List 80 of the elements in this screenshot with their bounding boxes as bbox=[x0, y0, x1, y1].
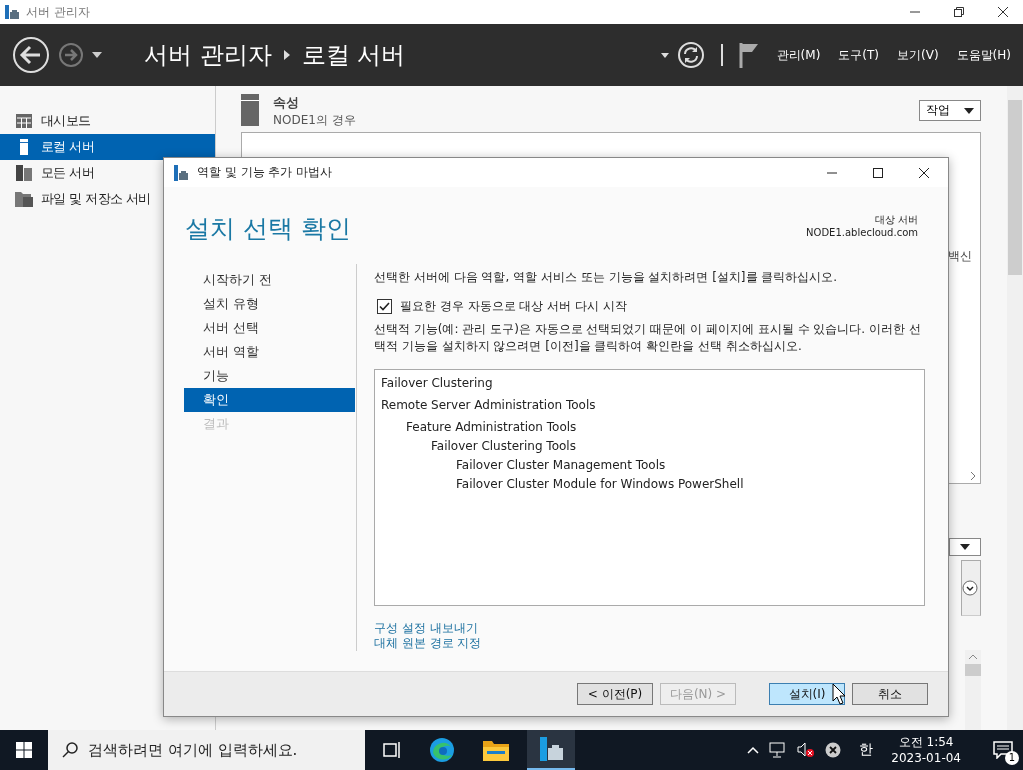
network-icon[interactable] bbox=[769, 742, 788, 758]
scroll-up-icon[interactable] bbox=[968, 654, 978, 660]
sidebar-item[interactable]: 파일 및 저장소 서비 bbox=[0, 186, 215, 212]
dropdown-icon[interactable] bbox=[92, 52, 102, 58]
checkbox[interactable] bbox=[377, 299, 392, 314]
sidebar-item[interactable]: 대시보드 bbox=[0, 108, 215, 134]
feature-item: Remote Server Administration Tools bbox=[381, 397, 597, 414]
target-server: NODE1.ablecloud.com bbox=[806, 227, 918, 238]
column-text: 백신 bbox=[948, 248, 972, 265]
menu-item[interactable]: 도움말(H) bbox=[956, 46, 1011, 64]
servers-icon bbox=[15, 165, 33, 181]
maximize-icon[interactable] bbox=[872, 166, 884, 179]
dropdown-icon[interactable] bbox=[660, 52, 669, 58]
feature-item: Failover Clustering bbox=[381, 375, 494, 392]
expand-icon[interactable] bbox=[962, 580, 978, 596]
wizard-step[interactable]: 서버 역할 bbox=[184, 340, 355, 364]
close-icon[interactable] bbox=[918, 166, 930, 179]
dialog-title: 역할 및 기능 추가 마법사 bbox=[197, 164, 333, 181]
window-title: 서버 관리자 bbox=[26, 3, 90, 21]
checkbox-label: 필요한 경우 자동으로 대상 서버 다시 시작 bbox=[400, 298, 627, 315]
folder-icon bbox=[15, 191, 33, 207]
target-label: 대상 서버 bbox=[874, 213, 918, 227]
folder-icon[interactable] bbox=[483, 739, 509, 761]
browser-icon[interactable] bbox=[429, 737, 455, 763]
wizard-step[interactable]: 설치 유형 bbox=[184, 292, 355, 316]
scrollbar[interactable] bbox=[965, 650, 981, 730]
error-icon[interactable] bbox=[825, 742, 842, 758]
scroll-right-icon[interactable] bbox=[970, 471, 976, 481]
note-text: 선택적 기능(예: 관리 도구)은 자동으로 선택되었기 때문에 이 페이지에 표시될 수 있습니다. 이러한 선택적 기능을 설치하지 않으려면 [이전]을 클릭하여 확인란을 선택 취소하십시오. bbox=[374, 321, 922, 355]
breadcrumb-item[interactable]: 서버 관리자 bbox=[144, 39, 272, 71]
grid-icon bbox=[15, 114, 33, 128]
feature-item: Failover Cluster Module for Windows PowerShell bbox=[456, 476, 745, 493]
feature-item: Feature Administration Tools bbox=[406, 419, 578, 436]
muted-speaker-icon[interactable] bbox=[797, 742, 816, 758]
link[interactable]: 구성 설정 내보내기 bbox=[374, 621, 478, 636]
breadcrumb-item[interactable]: 로컬 서버 bbox=[301, 39, 406, 71]
caret-icon bbox=[960, 544, 970, 550]
page-heading: 설치 선택 확인 bbox=[185, 213, 351, 245]
flag-icon[interactable] bbox=[738, 42, 759, 68]
clock[interactable]: 오전 1:54 2023-01-04 bbox=[891, 734, 961, 766]
refresh-icon[interactable] bbox=[676, 41, 705, 69]
server-manager-icon bbox=[4, 4, 20, 20]
windows-start-icon[interactable] bbox=[16, 742, 32, 758]
link[interactable]: 대체 원본 경로 지정 bbox=[374, 636, 482, 651]
section-subtitle: NODE1의 경우 bbox=[273, 112, 356, 129]
task-view-icon[interactable] bbox=[383, 742, 401, 758]
search-field[interactable]: 검색하려면 여기에 입력하세요. bbox=[48, 730, 365, 770]
cursor-icon bbox=[832, 683, 846, 705]
tasks-dropdown[interactable]: 작업 bbox=[919, 100, 981, 121]
menu-item[interactable]: 도구(T) bbox=[838, 46, 880, 64]
wizard-step[interactable]: 시작하기 전 bbox=[184, 268, 355, 292]
server-manager-icon bbox=[538, 736, 564, 762]
wizard-step[interactable]: 기능 bbox=[184, 364, 355, 388]
menu-item[interactable]: 보기(V) bbox=[897, 46, 939, 64]
ime-indicator[interactable]: 한 bbox=[859, 741, 874, 759]
dialog-button[interactable]: 취소 bbox=[852, 683, 928, 705]
instruction-text: 선택한 서버에 다음 역할, 역할 서비스 또는 기능을 설치하려면 [설치]를 클릭하십시오. bbox=[374, 269, 839, 286]
wizard-icon bbox=[173, 164, 189, 181]
menu-item[interactable]: 관리(M) bbox=[776, 46, 821, 64]
dialog-button[interactable]: 설치(I) bbox=[769, 683, 845, 705]
dropdown-field[interactable] bbox=[949, 538, 981, 556]
back-icon[interactable] bbox=[12, 36, 50, 74]
feature-item: Failover Clustering Tools bbox=[431, 438, 577, 455]
restore-icon[interactable] bbox=[953, 6, 965, 18]
notification-count: 1 bbox=[1005, 751, 1019, 765]
breadcrumb-arrow-icon bbox=[283, 50, 290, 60]
dialog-button[interactable]: < 이전(P) bbox=[577, 683, 653, 705]
scroll-thumb[interactable] bbox=[965, 664, 981, 676]
scrollbar[interactable] bbox=[1007, 86, 1023, 730]
server-icon bbox=[241, 94, 259, 126]
wizard-step[interactable]: 서버 선택 bbox=[184, 316, 355, 340]
feature-item: Failover Cluster Management Tools bbox=[456, 457, 667, 474]
caret-icon bbox=[964, 107, 974, 114]
forward-icon[interactable] bbox=[58, 42, 84, 68]
section-title: 속성 bbox=[273, 94, 300, 112]
wizard-step[interactable]: 확인 bbox=[184, 388, 355, 412]
close-icon[interactable] bbox=[997, 6, 1009, 18]
chevron-up-icon[interactable] bbox=[747, 746, 760, 754]
sidebar-item[interactable]: 로컬 서버 bbox=[0, 134, 215, 160]
taskbar-app[interactable] bbox=[527, 730, 575, 770]
